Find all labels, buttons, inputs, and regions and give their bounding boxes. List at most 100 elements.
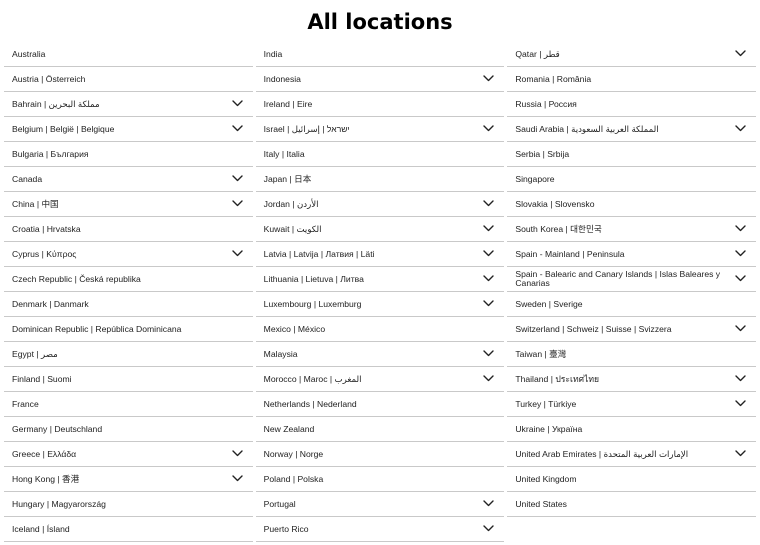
location-label: Romania | România bbox=[515, 73, 592, 84]
location-item[interactable]: Lithuania | Lietuva | Литва bbox=[255, 267, 505, 292]
location-item[interactable]: Morocco | Maroc | المغرب bbox=[255, 367, 505, 392]
chevron-down-icon[interactable] bbox=[483, 250, 495, 257]
location-item[interactable]: Portugal bbox=[255, 492, 505, 517]
location-label: Hungary | Magyarország bbox=[12, 498, 106, 509]
location-label: Japan | 日本 bbox=[263, 173, 312, 184]
location-item[interactable]: France bbox=[4, 392, 253, 417]
location-item[interactable]: Croatia | Hrvatska bbox=[4, 217, 253, 242]
chevron-down-icon[interactable] bbox=[735, 125, 746, 132]
location-item[interactable]: Puerto Rico bbox=[255, 517, 505, 542]
location-item[interactable]: Greece | Ελλάδα bbox=[4, 442, 253, 467]
location-item[interactable]: Czech Republic | Česká republika bbox=[4, 267, 253, 292]
chevron-down-icon[interactable] bbox=[735, 275, 746, 282]
location-item[interactable]: Indonesia bbox=[255, 67, 505, 92]
location-item[interactable]: Italy | Italia bbox=[255, 142, 505, 167]
location-item[interactable]: Australia bbox=[4, 42, 253, 67]
location-item[interactable]: Qatar | قطر bbox=[507, 42, 757, 67]
location-label: Switzerland | Schweiz | Suisse | Svizzer… bbox=[515, 323, 672, 334]
location-label: United Kingdom bbox=[515, 473, 577, 484]
location-item[interactable]: Spain - Mainland | Peninsula bbox=[507, 242, 757, 267]
chevron-down-icon[interactable] bbox=[735, 400, 746, 407]
location-label: Mexico | México bbox=[263, 323, 326, 334]
location-label: Morocco | Maroc | المغرب bbox=[263, 373, 362, 384]
chevron-down-icon[interactable] bbox=[231, 475, 243, 482]
location-item[interactable]: Turkey | Türkiye bbox=[507, 392, 757, 417]
location-item[interactable]: Hungary | Magyarország bbox=[4, 492, 253, 517]
location-item[interactable]: India bbox=[255, 42, 505, 67]
location-item[interactable]: Denmark | Danmark bbox=[4, 292, 253, 317]
location-item[interactable]: Ireland | Eire bbox=[255, 92, 505, 117]
location-label: Germany | Deutschland bbox=[12, 423, 103, 434]
location-label: Poland | Polska bbox=[263, 473, 324, 484]
page-title: All locations bbox=[307, 10, 453, 34]
chevron-down-icon[interactable] bbox=[735, 325, 746, 332]
location-item[interactable]: Jordan | الأردن bbox=[255, 192, 505, 217]
location-item[interactable]: Hong Kong | 香港 bbox=[4, 467, 253, 492]
location-item[interactable]: Malaysia bbox=[255, 342, 505, 367]
chevron-down-icon[interactable] bbox=[483, 525, 495, 532]
location-item[interactable]: Bulgaria | България bbox=[4, 142, 253, 167]
chevron-down-icon[interactable] bbox=[483, 225, 495, 232]
location-item[interactable]: Germany | Deutschland bbox=[4, 417, 253, 442]
location-label: Czech Republic | Česká republika bbox=[12, 273, 141, 284]
chevron-down-icon[interactable] bbox=[735, 250, 746, 257]
location-item[interactable]: Belgium | België | Belgique bbox=[4, 117, 253, 142]
chevron-down-icon[interactable] bbox=[483, 500, 495, 507]
location-item[interactable]: New Zealand bbox=[255, 417, 505, 442]
location-item[interactable]: Norway | Norge bbox=[255, 442, 505, 467]
location-item[interactable]: United States bbox=[507, 492, 757, 517]
location-item[interactable]: Russia | Россия bbox=[507, 92, 757, 117]
chevron-down-icon[interactable] bbox=[231, 100, 243, 107]
location-item[interactable]: Latvia | Latvija | Латвия | Läti bbox=[255, 242, 505, 267]
chevron-down-icon[interactable] bbox=[483, 75, 495, 82]
chevron-down-icon[interactable] bbox=[231, 125, 243, 132]
location-item[interactable]: United Kingdom bbox=[507, 467, 757, 492]
location-label: Norway | Norge bbox=[263, 448, 324, 459]
location-item[interactable]: Switzerland | Schweiz | Suisse | Svizzer… bbox=[507, 317, 757, 342]
location-item[interactable]: Bahrain | مملكة البحرين bbox=[4, 92, 253, 117]
location-item[interactable]: Luxembourg | Luxemburg bbox=[255, 292, 505, 317]
location-label: Jordan | الأردن bbox=[263, 198, 319, 209]
chevron-down-icon[interactable] bbox=[483, 375, 495, 382]
chevron-down-icon[interactable] bbox=[735, 375, 746, 382]
chevron-down-icon[interactable] bbox=[483, 300, 495, 307]
location-item[interactable]: Sweden | Sverige bbox=[507, 292, 757, 317]
chevron-down-icon[interactable] bbox=[231, 250, 243, 257]
location-item[interactable]: Ukraine | Україна bbox=[507, 417, 757, 442]
location-item[interactable]: Serbia | Srbija bbox=[507, 142, 757, 167]
location-item[interactable]: Netherlands | Nederland bbox=[255, 392, 505, 417]
location-item[interactable]: Iceland | Ísland bbox=[4, 517, 253, 542]
chevron-down-icon[interactable] bbox=[231, 175, 243, 182]
location-item[interactable]: Saudi Arabia | المملكة العربية السعودية bbox=[507, 117, 757, 142]
chevron-down-icon[interactable] bbox=[735, 225, 746, 232]
location-item[interactable]: China | 中国 bbox=[4, 192, 253, 217]
location-item[interactable]: Thailand | ประเทศไทย bbox=[507, 367, 757, 392]
chevron-down-icon[interactable] bbox=[231, 200, 243, 207]
chevron-down-icon[interactable] bbox=[735, 450, 746, 457]
chevron-down-icon[interactable] bbox=[483, 200, 495, 207]
location-item[interactable]: Israel | ישראל | إسرائيل bbox=[255, 117, 505, 142]
location-item[interactable]: Spain - Balearic and Canary Islands | Is… bbox=[507, 267, 757, 292]
location-item[interactable]: Poland | Polska bbox=[255, 467, 505, 492]
location-item[interactable]: Singapore bbox=[507, 167, 757, 192]
location-item[interactable]: Dominican Republic | República Dominican… bbox=[4, 317, 253, 342]
chevron-down-icon[interactable] bbox=[483, 275, 495, 282]
chevron-down-icon[interactable] bbox=[483, 125, 495, 132]
location-item[interactable]: Mexico | México bbox=[255, 317, 505, 342]
location-item[interactable]: Kuwait | الكويت bbox=[255, 217, 505, 242]
location-item[interactable]: Canada bbox=[4, 167, 253, 192]
location-item[interactable]: South Korea | 대한민국 bbox=[507, 217, 757, 242]
location-item[interactable]: Cyprus | Κύπρος bbox=[4, 242, 253, 267]
location-item[interactable]: Finland | Suomi bbox=[4, 367, 253, 392]
location-item[interactable]: Romania | România bbox=[507, 67, 757, 92]
location-item[interactable]: Slovakia | Slovensko bbox=[507, 192, 757, 217]
location-item[interactable]: United Arab Emirates | الإمارات العربية … bbox=[507, 442, 757, 467]
chevron-down-icon[interactable] bbox=[735, 50, 746, 57]
location-item[interactable]: Taiwan | 臺灣 bbox=[507, 342, 757, 367]
location-item[interactable]: Egypt | مصر bbox=[4, 342, 253, 367]
location-item[interactable]: Austria | Österreich bbox=[4, 67, 253, 92]
chevron-down-icon[interactable] bbox=[231, 450, 243, 457]
location-label: India bbox=[263, 48, 283, 59]
location-item[interactable]: Japan | 日本 bbox=[255, 167, 505, 192]
chevron-down-icon[interactable] bbox=[483, 350, 495, 357]
